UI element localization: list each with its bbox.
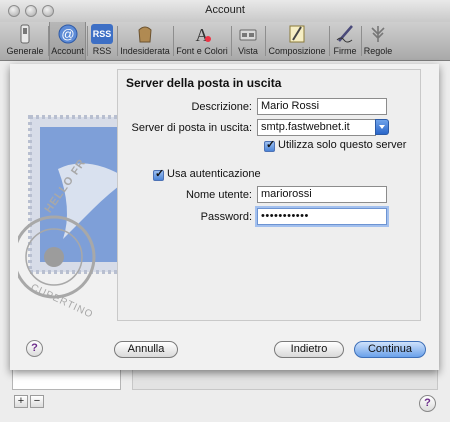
junk-bag-icon [138,26,152,43]
font-icon: A [196,25,211,44]
toolbar-label: Account [51,46,84,56]
chevron-down-icon [379,125,385,129]
toolbar-label: Composizione [268,46,326,56]
toolbar-item-regole[interactable]: Regole [362,22,394,60]
username-field[interactable]: mariorossi [257,186,387,203]
checkmark-icon: ✓ [155,168,165,180]
toolbar-label: Vista [238,46,258,56]
toolbar-item-indesiderata[interactable]: Indesiderata [118,22,172,60]
rss-icon: RSS [91,24,113,44]
help-button[interactable]: ? [419,395,436,412]
preferences-window: Account Generale @ Account RSS RSS Indes… [0,0,450,422]
use-authentication-checkbox[interactable]: ✓ [153,168,165,181]
toolbar-label: Indesiderata [120,46,170,56]
toolbar-item-font-colori[interactable]: A Font e Colori [174,22,230,60]
toolbar-item-firme[interactable]: Firme [330,22,360,60]
back-button[interactable]: Indietro [274,341,344,358]
only-this-server-label: Utilizza solo questo server [278,139,407,151]
glasses-icon [239,29,257,41]
signature-pen-icon [336,25,353,43]
toolbar-label: Regole [363,46,393,56]
at-sign-icon: @ [58,24,77,44]
svg-text:@: @ [61,27,74,42]
checkmark-icon: ✓ [266,139,276,151]
compose-icon [289,25,305,43]
toolbar-item-rss[interactable]: RSS RSS [88,22,116,60]
toolbar-label: Font e Colori [176,46,228,56]
window-title: Account [205,4,245,16]
toolbar: Generale @ Account RSS RSS Indesiderata … [0,22,450,61]
password-field[interactable]: ••••••••••• [257,208,387,225]
sheet-heading: Server della posta in uscita [126,76,282,90]
username-label: Nome utente: [185,189,252,201]
use-authentication-label: Usa autenticazione [167,168,261,180]
toolbar-label: Generale [6,46,44,56]
outgoing-server-sheet: HELLO FR CUPERTINO Server della posta in… [10,64,439,370]
toolbar-item-generale[interactable]: Generale [4,22,46,60]
toolbar-item-vista[interactable]: Vista [232,22,264,60]
rules-icon [371,26,385,42]
sheet-help-button[interactable]: ? [26,340,43,357]
toolbar-label: RSS [92,46,112,56]
continue-button[interactable]: Continua [354,341,426,358]
server-dropdown-button[interactable] [375,119,389,135]
description-field[interactable]: Mario Rossi [257,98,387,115]
cancel-button[interactable]: Annulla [114,341,178,358]
outgoing-server-combobox[interactable]: smtp.fastwebnet.it [257,119,376,136]
add-account-button[interactable]: + [14,395,28,408]
outgoing-server-label: Server di posta in uscita: [131,122,252,134]
toolbar-item-account[interactable]: @ Account [49,22,86,60]
description-label: Descrizione: [191,101,252,113]
only-this-server-checkbox[interactable]: ✓ [264,139,276,152]
title-bar: Account [0,0,450,23]
content-area: + − ? HELLO FR CUPERTINO Server della po… [0,61,450,422]
password-label: Password: [200,211,252,223]
toolbar-item-composizione[interactable]: Composizione [266,22,328,60]
switch-icon [20,24,30,44]
toolbar-label: Firme [333,46,357,56]
remove-account-button[interactable]: − [30,395,44,408]
